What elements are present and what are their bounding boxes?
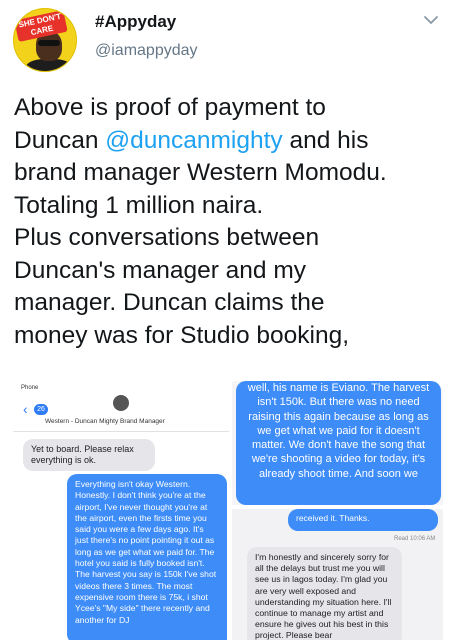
screenshot-right-top[interactable]: well, his name is Eviano. The harvest is… <box>232 381 443 505</box>
message-bubble-incoming: I'm honestly and sincerely sorry for all… <box>247 547 402 640</box>
message-bubble-outgoing: well, his name is Eviano. The harvest is… <box>236 381 441 505</box>
screenshot-right-bottom[interactable]: received it. Thanks. Read 10:06 AM I'm h… <box>232 509 443 640</box>
chevron-down-icon[interactable] <box>423 14 439 26</box>
message-bubble-incoming: Yet to board. Please relax everything is… <box>23 439 155 471</box>
tweet-text: Above is proof of payment to Duncan @dun… <box>14 92 446 352</box>
tweet-text-part: and his brand manager Western Momodu. To… <box>14 126 387 349</box>
tweet-header: SHE DON'T CARE #Appyday @iamappyday <box>0 0 453 80</box>
header-divider <box>13 431 229 432</box>
status-bar-label: Phone <box>21 385 39 391</box>
message-bubble-outgoing: received it. Thanks. <box>288 509 438 531</box>
screenshot-left[interactable]: Phone ‹ 26 Western - Duncan Mighty Brand… <box>13 381 229 640</box>
mention-link[interactable]: @duncanmighty <box>105 127 282 154</box>
contact-name: Western - Duncan Mighty Brand Manager <box>45 418 165 425</box>
avatar[interactable]: SHE DON'T CARE <box>13 8 77 72</box>
message-bubble-outgoing: Everything isn't okay Western. Honestly.… <box>67 474 227 640</box>
display-name[interactable]: #Appyday <box>95 12 176 32</box>
contact-avatar <box>113 395 129 411</box>
back-chevron-icon: ‹ <box>23 401 28 417</box>
avatar-glasses <box>38 40 60 46</box>
unread-count-badge: 26 <box>34 404 48 415</box>
user-handle[interactable]: @iamappyday <box>95 42 198 60</box>
read-receipt: Read 10:06 AM <box>394 536 436 542</box>
media-grid: Phone ‹ 26 Western - Duncan Mighty Brand… <box>13 381 443 640</box>
